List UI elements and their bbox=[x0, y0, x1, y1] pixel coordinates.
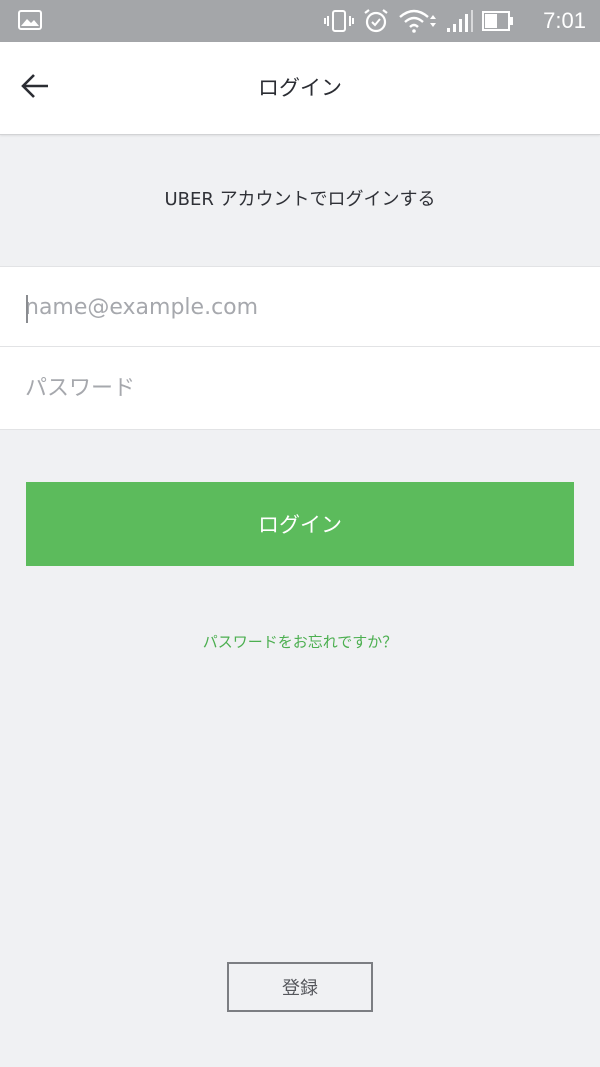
email-field-row bbox=[0, 267, 600, 347]
status-bar: 7:01 bbox=[0, 0, 600, 42]
wifi-icon bbox=[398, 9, 438, 33]
status-time: 7:01 bbox=[543, 8, 586, 33]
page-title: ログイン bbox=[258, 76, 342, 100]
register-button[interactable]: 登録 bbox=[227, 962, 373, 1012]
login-form bbox=[0, 266, 600, 430]
battery-icon bbox=[482, 10, 514, 32]
text-cursor bbox=[26, 295, 28, 323]
alarm-icon bbox=[362, 8, 390, 34]
image-notification-icon bbox=[18, 10, 42, 30]
email-input[interactable] bbox=[25, 287, 565, 327]
signal-icon bbox=[446, 9, 474, 33]
vibrate-icon bbox=[324, 9, 354, 33]
app-bar: ログイン bbox=[0, 42, 600, 135]
status-icons bbox=[324, 8, 514, 34]
password-field-row bbox=[0, 348, 600, 428]
forgot-password-link[interactable]: パスワードをお忘れですか？ bbox=[0, 630, 600, 654]
login-subtitle: UBER アカウントでログインする bbox=[164, 189, 436, 210]
login-button[interactable]: ログイン bbox=[26, 482, 574, 566]
password-input[interactable] bbox=[25, 368, 565, 408]
